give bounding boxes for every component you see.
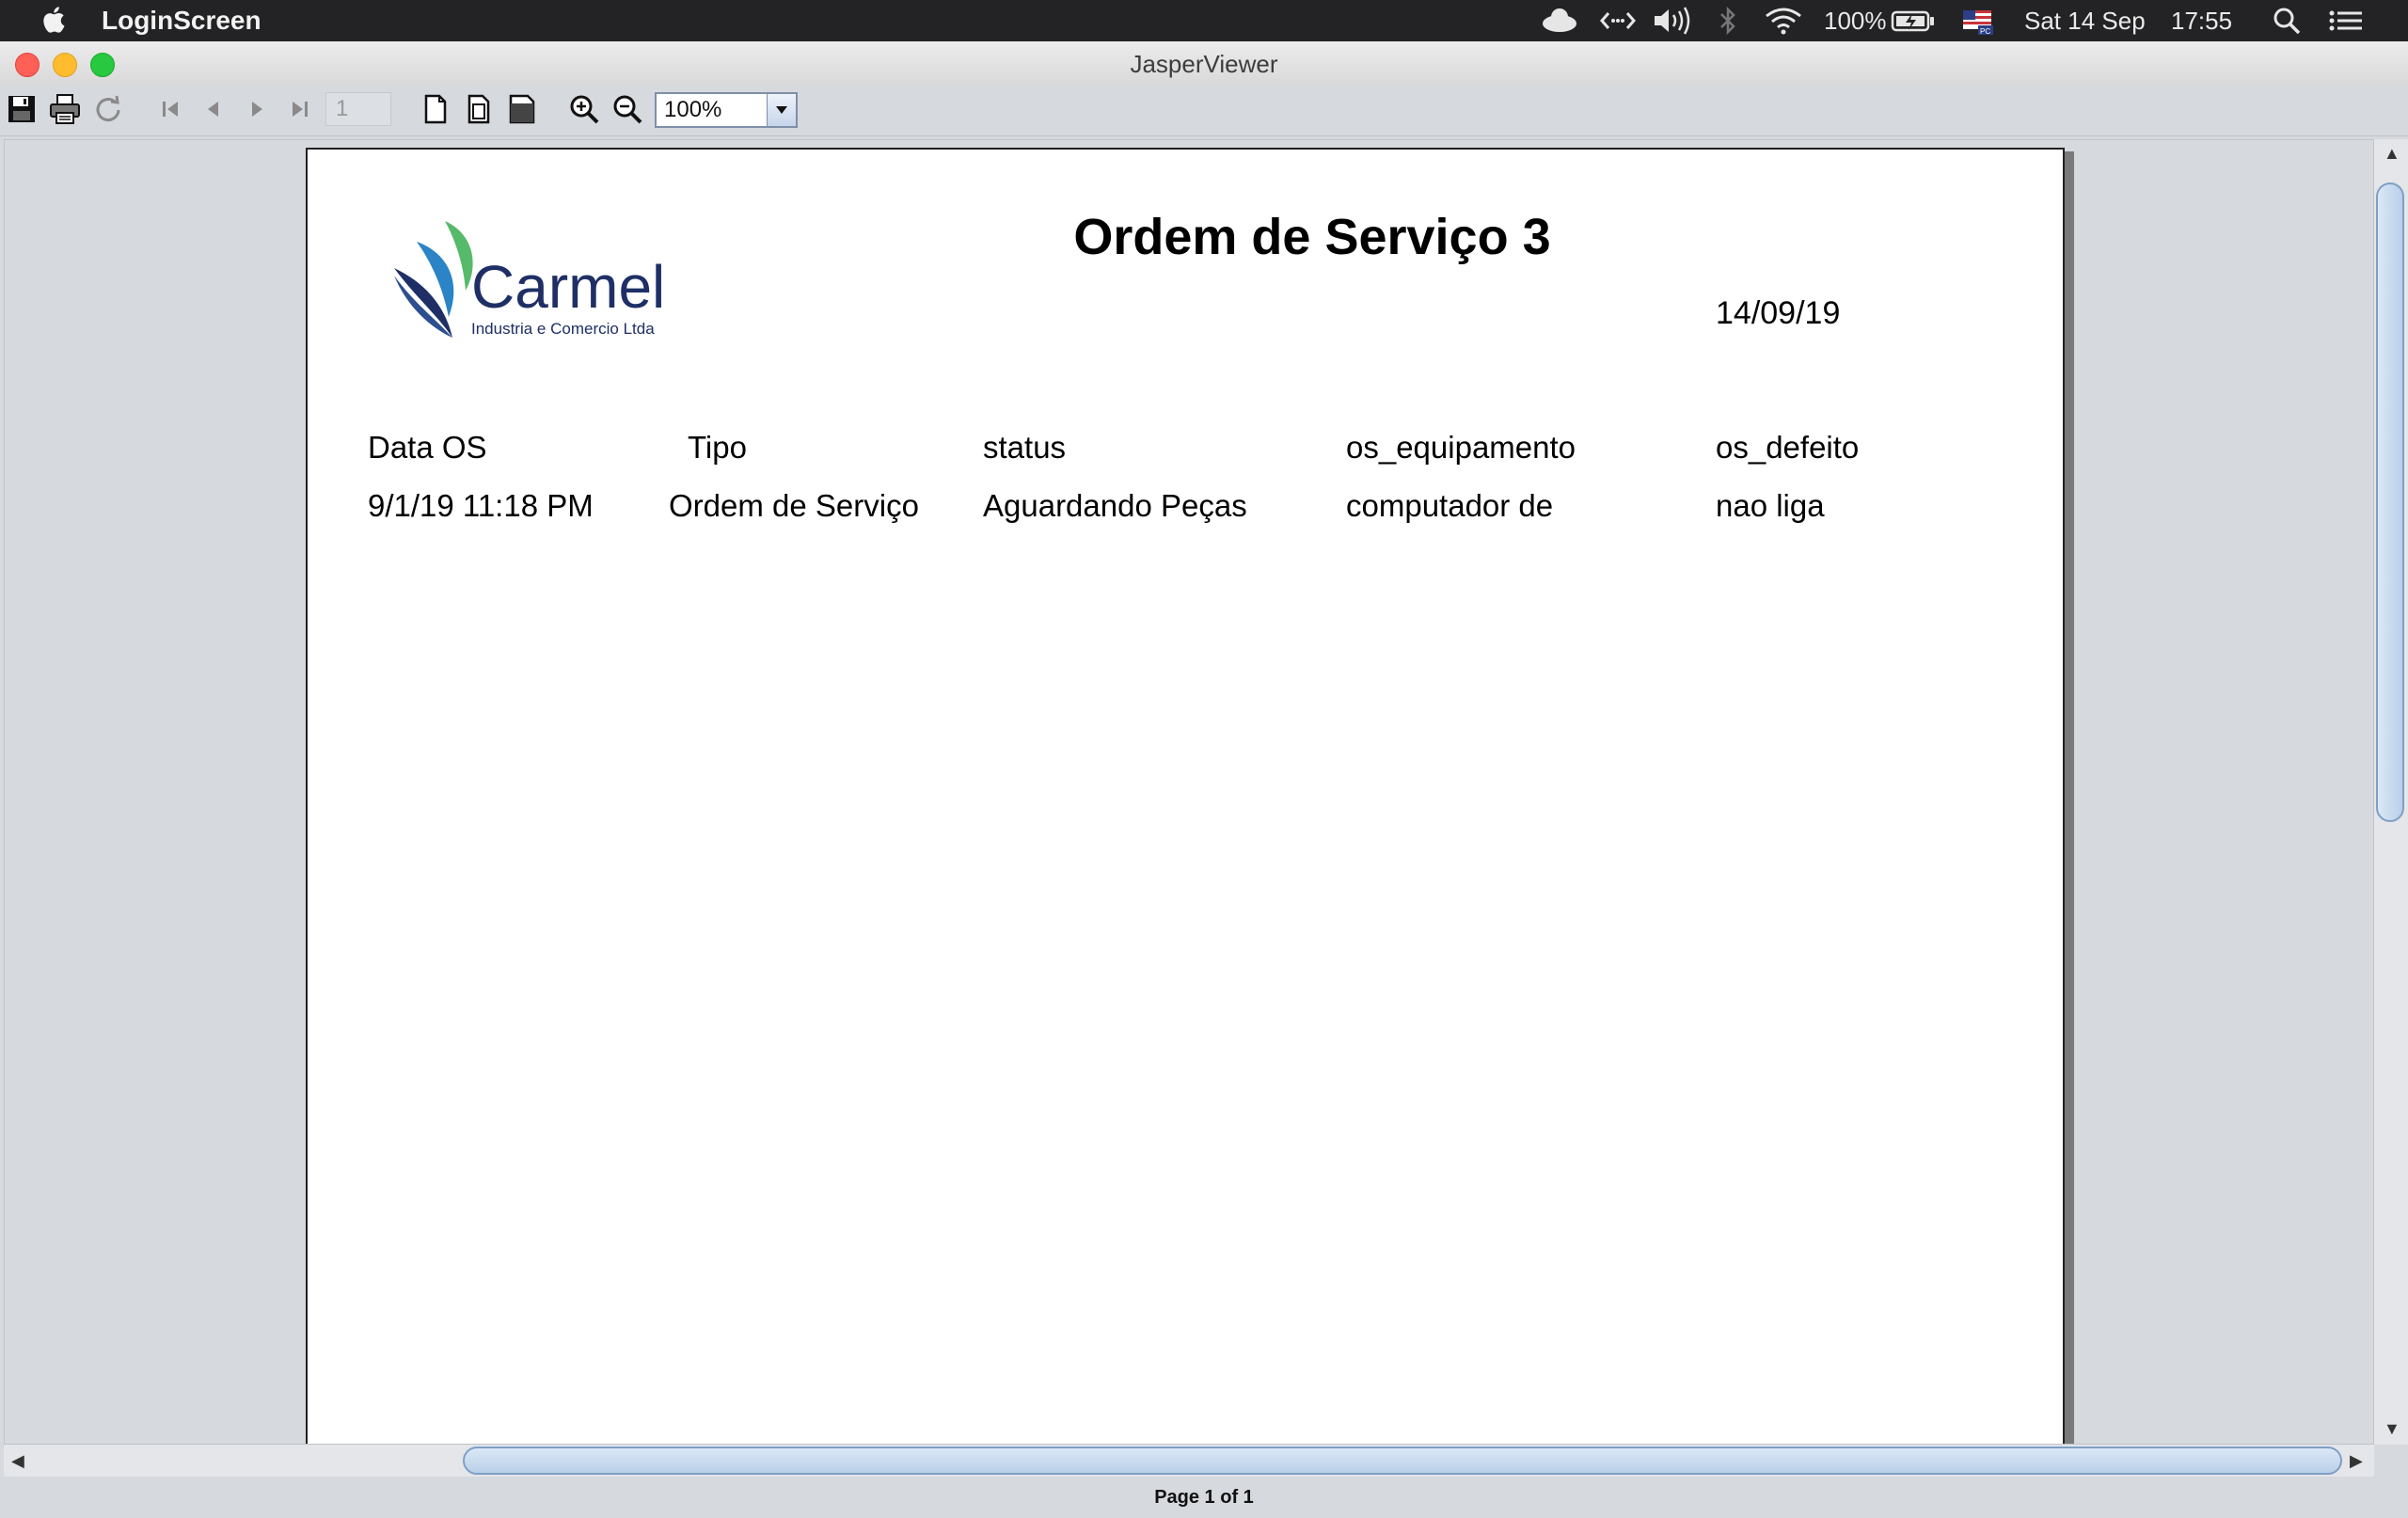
page-number-field[interactable]: 1 (325, 92, 391, 126)
actual-size-button[interactable] (418, 91, 453, 127)
column-header-os-defeito: os_defeito (1716, 430, 1860, 465)
spotlight-search-icon[interactable] (2271, 5, 2303, 37)
column-header-os-equipamento: os_equipamento (1346, 430, 1576, 465)
apple-icon[interactable] (40, 4, 66, 36)
printer-icon (50, 94, 80, 124)
cell-status: Aguardando Peças (983, 488, 1247, 523)
viewer-toolbar: 1 100% (0, 85, 2408, 136)
print-button[interactable] (47, 91, 83, 127)
next-page-icon (252, 102, 262, 117)
fit-width-button[interactable] (504, 91, 540, 127)
column-header-status: status (983, 430, 1067, 465)
save-button[interactable] (4, 91, 40, 127)
title-bar[interactable]: JasperViewer (0, 41, 2408, 86)
previous-page-button[interactable] (196, 91, 231, 127)
input-source-flag-icon[interactable]: PC (1961, 5, 1993, 37)
report-date: 14/09/19 (1716, 295, 1841, 331)
cell-os-defeito: nao liga (1716, 488, 1825, 523)
report-title: Ordem de Serviço 3 (1073, 209, 1551, 265)
notification-center-icon[interactable] (2327, 5, 2365, 37)
page-fit-width-icon (509, 94, 535, 124)
scroll-down-arrow-icon[interactable]: ▼ (2384, 1420, 2400, 1437)
horizontal-scrollbar[interactable]: ◀ ▶ (4, 1445, 2374, 1477)
floppy-disk-icon (8, 96, 35, 122)
vertical-scrollbar[interactable]: ▲ ▼ (2374, 139, 2408, 1445)
remote-access-icon[interactable] (1599, 5, 1637, 37)
zoom-in-button[interactable] (566, 91, 602, 127)
cloud-icon[interactable] (1539, 5, 1580, 37)
zoom-select[interactable]: 100% (655, 92, 798, 128)
first-page-button[interactable] (152, 91, 188, 127)
cell-os-equipamento: computador de (1346, 488, 1554, 523)
wifi-icon[interactable] (1763, 5, 1804, 37)
last-page-icon (293, 102, 308, 117)
column-header-data-os: Data OS (368, 430, 487, 465)
jasper-viewer-window: JasperViewer 1 100% Carmel Industria e C… (0, 41, 2408, 1508)
zoom-out-icon (613, 95, 642, 124)
menu-date[interactable]: Sat 14 Sep (2024, 5, 2146, 37)
reload-button[interactable] (90, 91, 126, 127)
volume-icon[interactable] (1652, 5, 1695, 37)
vertical-scroll-thumb[interactable] (2376, 182, 2404, 822)
fit-page-button[interactable] (461, 91, 497, 127)
column-header-tipo: Tipo (688, 430, 747, 465)
chevron-down-icon[interactable] (767, 94, 796, 126)
zoom-out-button[interactable] (610, 91, 645, 127)
scroll-up-arrow-icon[interactable]: ▲ (2384, 145, 2400, 162)
last-page-button[interactable] (282, 91, 318, 127)
horizontal-scroll-thumb[interactable] (463, 1447, 2342, 1475)
page-actual-size-icon (424, 94, 447, 124)
cell-data-os: 9/1/19 11:18 PM (368, 488, 594, 523)
scroll-right-arrow-icon[interactable]: ▶ (2350, 1452, 2363, 1469)
first-page-icon (163, 102, 178, 117)
menu-time[interactable]: 17:55 (2171, 5, 2232, 37)
report-viewer[interactable]: Carmel Industria e Comercio Ltda Ordem d… (4, 139, 2374, 1445)
zoom-value: 100% (664, 97, 722, 122)
app-name[interactable]: LoginScreen (102, 5, 261, 37)
battery-icon[interactable] (1891, 5, 1936, 37)
svg-text:PC: PC (1980, 27, 1990, 36)
status-bar: Page 1 of 1 (0, 1477, 2408, 1508)
previous-page-icon (208, 102, 218, 117)
report-page: Carmel Industria e Comercio Ltda Ordem d… (306, 148, 2065, 1444)
cell-tipo: Ordem de Serviço (669, 488, 919, 523)
menu-bar: LoginScreen 100% PC Sat 14 Sep 17:55 (0, 0, 2408, 41)
scroll-left-arrow-icon[interactable]: ◀ (11, 1452, 24, 1469)
refresh-icon (96, 95, 120, 122)
window-title: JasperViewer (1130, 50, 1278, 78)
next-page-button[interactable] (239, 91, 275, 127)
zoom-in-icon (570, 95, 599, 124)
battery-percentage[interactable]: 100% (1824, 5, 1887, 37)
bluetooth-icon[interactable] (1718, 5, 1738, 37)
page-fit-page-icon (467, 94, 490, 124)
logo-subtitle: Industria e Comercio Ltda (471, 320, 655, 338)
